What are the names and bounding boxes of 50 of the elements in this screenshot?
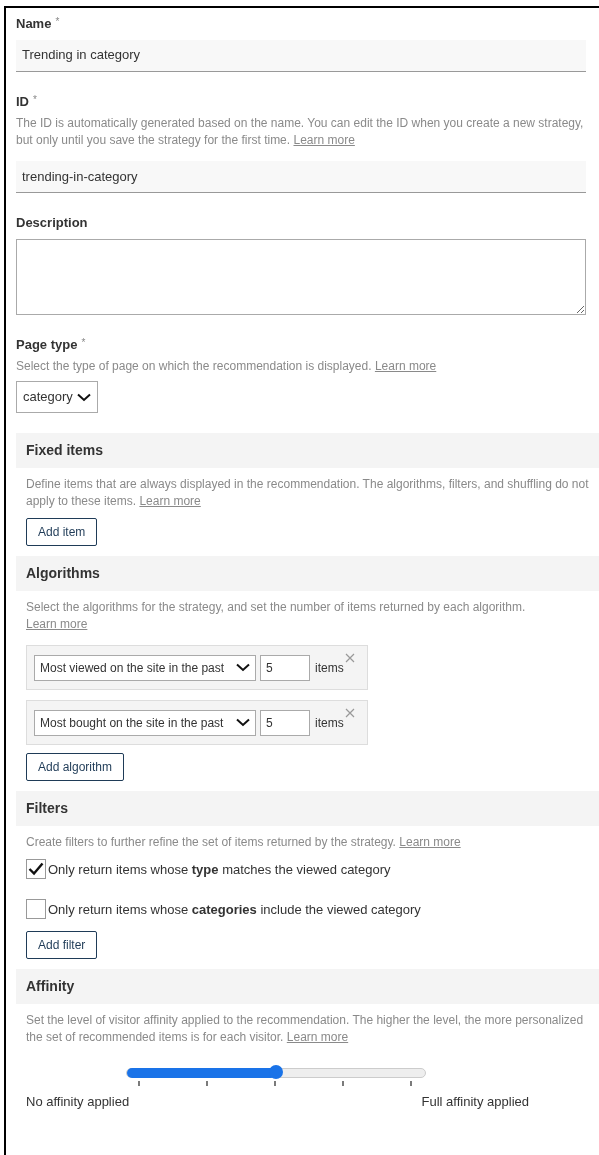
section-header: Algorithms bbox=[16, 556, 599, 591]
learn-more-link[interactable]: Learn more bbox=[286, 1030, 349, 1044]
page-type-select[interactable]: category bbox=[16, 381, 98, 413]
section-header: Fixed items bbox=[16, 433, 599, 468]
help-text: Set the level of visitor affinity applied to the recommendation. The higher the level, the more personalized the set of recommended items is for each visitor. Learn more bbox=[26, 1012, 585, 1046]
chevron-down-icon bbox=[236, 663, 250, 672]
checkbox[interactable] bbox=[26, 899, 46, 919]
help-text: Define items that are always displayed in the recommendation. The algorithms, filters, and shuffling do not apply to these items. Learn more bbox=[26, 476, 589, 510]
checkbox[interactable] bbox=[26, 859, 46, 879]
items-label: items bbox=[315, 714, 344, 732]
name-input[interactable]: Trending in category bbox=[16, 39, 586, 72]
slider-thumb[interactable] bbox=[269, 1065, 283, 1079]
slider-max-label: Full affinity applied bbox=[421, 1093, 529, 1111]
add-button[interactable]: Add algorithm bbox=[26, 753, 125, 781]
help-text: Select the type of page on which the recommendation is displayed. Learn more bbox=[16, 358, 438, 375]
items-label: items bbox=[315, 659, 344, 677]
field-label: Name bbox=[16, 15, 52, 33]
field-label: Page type bbox=[16, 335, 78, 354]
algorithm-select[interactable]: Most viewed on the site in the past bbox=[34, 654, 256, 681]
id-input[interactable]: trending-in-category bbox=[16, 161, 586, 193]
learn-more-link[interactable]: Learn more bbox=[399, 835, 461, 849]
required-mark: * bbox=[33, 92, 37, 107]
learn-more-link[interactable]: Learn more bbox=[374, 359, 437, 373]
learn-more-link[interactable]: Learn more bbox=[293, 133, 355, 147]
add-button[interactable]: Add item bbox=[26, 518, 98, 546]
required-mark: * bbox=[55, 15, 60, 29]
close-icon[interactable] bbox=[345, 708, 355, 718]
checkbox-label[interactable]: Only return items whose type matches the viewed category bbox=[48, 859, 391, 879]
learn-more-link[interactable]: Learn more bbox=[139, 494, 201, 508]
help-text: Select the algorithms for the strategy, and set the number of items returned by each algorithm. Learn more bbox=[26, 599, 527, 633]
chevron-down-icon bbox=[76, 392, 91, 402]
checkmark-icon bbox=[28, 862, 44, 876]
learn-more-link[interactable]: Learn more bbox=[26, 617, 88, 631]
section-header: Affinity bbox=[16, 969, 599, 1004]
description-textarea[interactable] bbox=[16, 238, 586, 315]
count-input[interactable]: 5 bbox=[260, 654, 310, 681]
slider-min-label: No affinity applied bbox=[26, 1093, 130, 1111]
help-text: The ID is automatically generated based on the name. You can edit the ID when you create a new strategy, but only until you save the strategy for the first time. Learn more bbox=[16, 115, 585, 149]
required-mark: * bbox=[81, 335, 86, 350]
checkbox-label[interactable]: Only return items whose categories include the viewed category bbox=[48, 899, 421, 919]
chevron-down-icon bbox=[236, 718, 250, 727]
count-input[interactable]: 5 bbox=[260, 709, 310, 736]
field-label: ID bbox=[16, 92, 29, 111]
algorithm-select[interactable]: Most bought on the site in the past bbox=[34, 709, 256, 736]
section-header: Filters bbox=[16, 791, 599, 826]
add-button[interactable]: Add filter bbox=[26, 931, 98, 959]
help-text: Create filters to further refine the set of items returned by the strategy. Learn more bbox=[26, 834, 462, 851]
field-label: Description bbox=[16, 214, 88, 232]
affinity-slider[interactable] bbox=[126, 1068, 426, 1078]
close-icon[interactable] bbox=[345, 653, 355, 663]
